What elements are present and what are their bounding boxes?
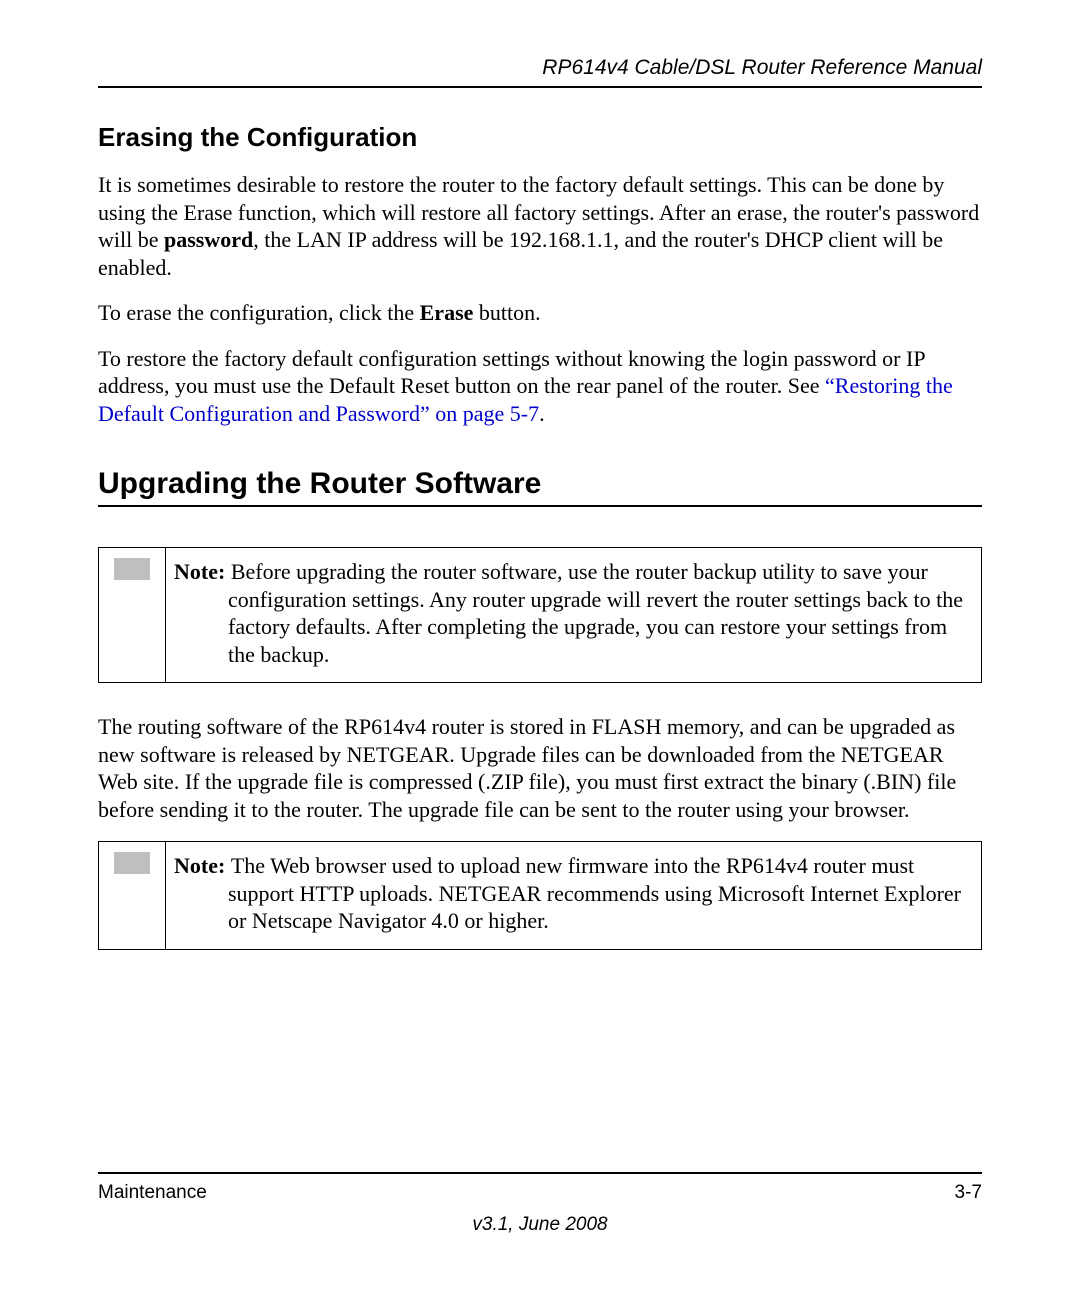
page-footer: Maintenance 3-7 v3.1, June 2008	[98, 1172, 982, 1236]
text: .	[539, 401, 545, 426]
footer-section-name: Maintenance	[98, 1182, 207, 1204]
note-icon	[114, 852, 150, 874]
heading-rule	[98, 505, 982, 507]
text-bold-password: password	[164, 227, 253, 252]
text: button.	[473, 300, 540, 325]
note-icon-cell	[99, 842, 166, 950]
note-body: Before upgrading the router software, us…	[228, 559, 963, 667]
document-page: RP614v4 Cable/DSL Router Reference Manua…	[0, 0, 1080, 1296]
footer-page-number: 3-7	[955, 1182, 982, 1204]
note-box-backup: Note: Before upgrading the router softwa…	[98, 547, 982, 683]
note-text-cell: Note: Before upgrading the router softwa…	[166, 548, 982, 683]
para-flash-memory: The routing software of the RP614v4 rout…	[98, 713, 982, 823]
footer-version: v3.1, June 2008	[98, 1214, 982, 1236]
heading-erasing-config: Erasing the Configuration	[98, 122, 982, 153]
text: To erase the configuration, click the	[98, 300, 420, 325]
running-header: RP614v4 Cable/DSL Router Reference Manua…	[98, 56, 982, 80]
note-label: Note:	[174, 853, 231, 878]
footer-rule	[98, 1172, 982, 1174]
heading-upgrading-software: Upgrading the Router Software	[98, 467, 982, 501]
note-icon	[114, 558, 150, 580]
para-erase-button: To erase the configuration, click the Er…	[98, 299, 982, 327]
para-restore-factory: To restore the factory default configura…	[98, 345, 982, 428]
note-label: Note:	[174, 559, 231, 584]
text-bold-erase: Erase	[420, 300, 474, 325]
note-icon-cell	[99, 548, 166, 683]
header-rule	[98, 86, 982, 88]
note-body: The Web browser used to upload new firmw…	[228, 853, 961, 933]
para-erase-intro: It is sometimes desirable to restore the…	[98, 171, 982, 281]
note-box-browser: Note: The Web browser used to upload new…	[98, 841, 982, 950]
text: To restore the factory default configura…	[98, 346, 925, 399]
note-text-cell: Note: The Web browser used to upload new…	[166, 842, 982, 950]
